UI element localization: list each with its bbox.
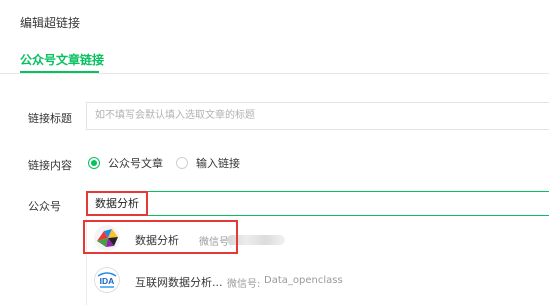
radio-input-link[interactable]: 输入链接 xyxy=(176,155,240,171)
radio-unchecked-icon xyxy=(176,157,188,169)
dialog-title: 编辑超链接 xyxy=(20,16,81,30)
radio-input-link-label: 输入链接 xyxy=(196,157,240,170)
radio-article[interactable]: 公众号文章 xyxy=(88,155,163,171)
ida-logo-icon: IDA xyxy=(94,267,120,293)
account-search-input[interactable]: 数据分析 xyxy=(86,191,549,216)
account-label: 公众号 xyxy=(28,200,61,213)
tab-divider xyxy=(0,73,549,74)
result-name: 互联网数据分析... xyxy=(135,276,223,289)
result-highlight-box xyxy=(83,220,238,254)
link-content-label: 链接内容 xyxy=(28,159,72,172)
link-title-label: 链接标题 xyxy=(28,112,72,125)
input-highlight-box xyxy=(86,191,148,216)
result-wechat-label: 微信号: xyxy=(227,279,261,290)
radio-checked-icon xyxy=(88,157,100,169)
result-wechat-id: Data_openclass xyxy=(264,275,343,286)
tab-article-link[interactable]: 公众号文章链接 xyxy=(20,51,104,68)
link-title-input[interactable]: 如不填写会默认填入选取文章的标题 xyxy=(86,102,549,130)
radio-article-label: 公众号文章 xyxy=(108,157,163,170)
result-item[interactable]: IDA 互联网数据分析... 微信号: Data_openclass xyxy=(87,260,549,300)
svg-text:IDA: IDA xyxy=(100,276,115,286)
